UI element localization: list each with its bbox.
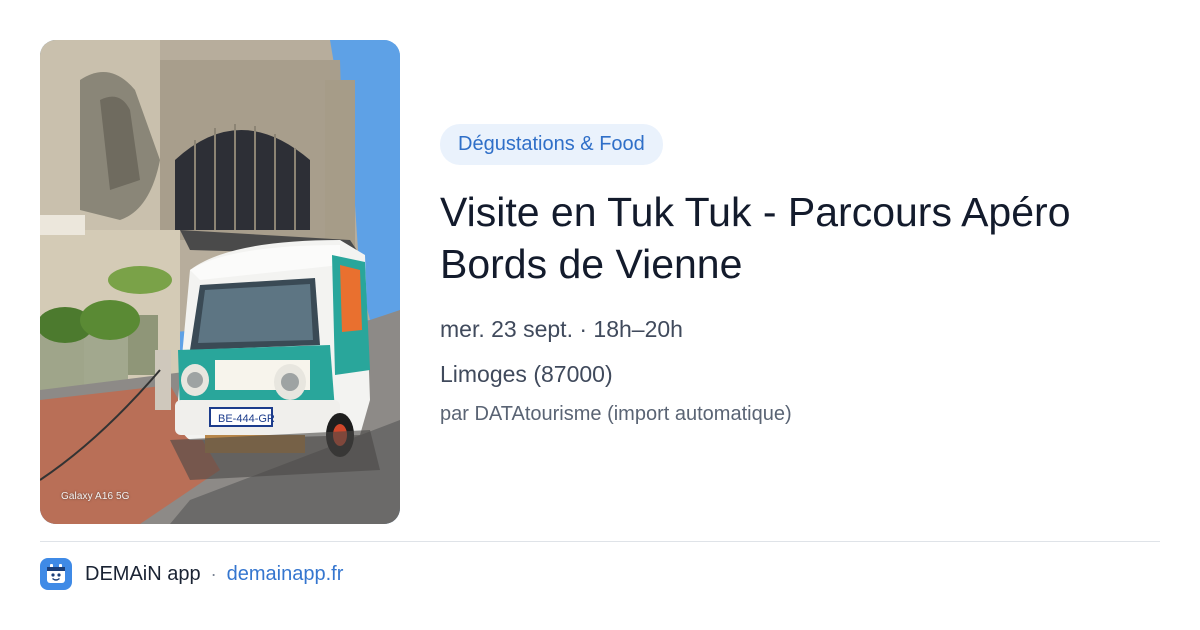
license-plate-text: BE-444-GR [218, 413, 275, 425]
event-source: par DATAtourisme (import automatique) [440, 403, 792, 425]
app-website-link[interactable]: demainapp.fr [227, 563, 344, 586]
footer-separator: · [210, 563, 217, 584]
event-details: Dégustations & Food Visite en Tuk Tuk - … [440, 124, 1160, 427]
app-name: DEMAiN app [85, 562, 201, 585]
event-location: Limoges (87000) [440, 361, 613, 387]
event-date: mer. 23 sept. · 18h–20h [440, 316, 683, 342]
footer-divider [40, 541, 1160, 542]
photo-watermark: Galaxy A16 5G [61, 491, 130, 502]
tuk-tuk-photo: BE-444-GR [40, 40, 400, 524]
category-badge[interactable]: Dégustations & Food [440, 124, 663, 165]
footer: DEMAiN app · demainapp.fr [40, 558, 343, 590]
event-photo: BE-444-GR Galaxy A16 5G [40, 40, 400, 524]
event-title: Visite en Tuk Tuk - Parcours Apéro Bords… [440, 189, 1071, 287]
demain-app-icon[interactable] [40, 558, 72, 590]
calendar-face-icon [47, 564, 65, 583]
